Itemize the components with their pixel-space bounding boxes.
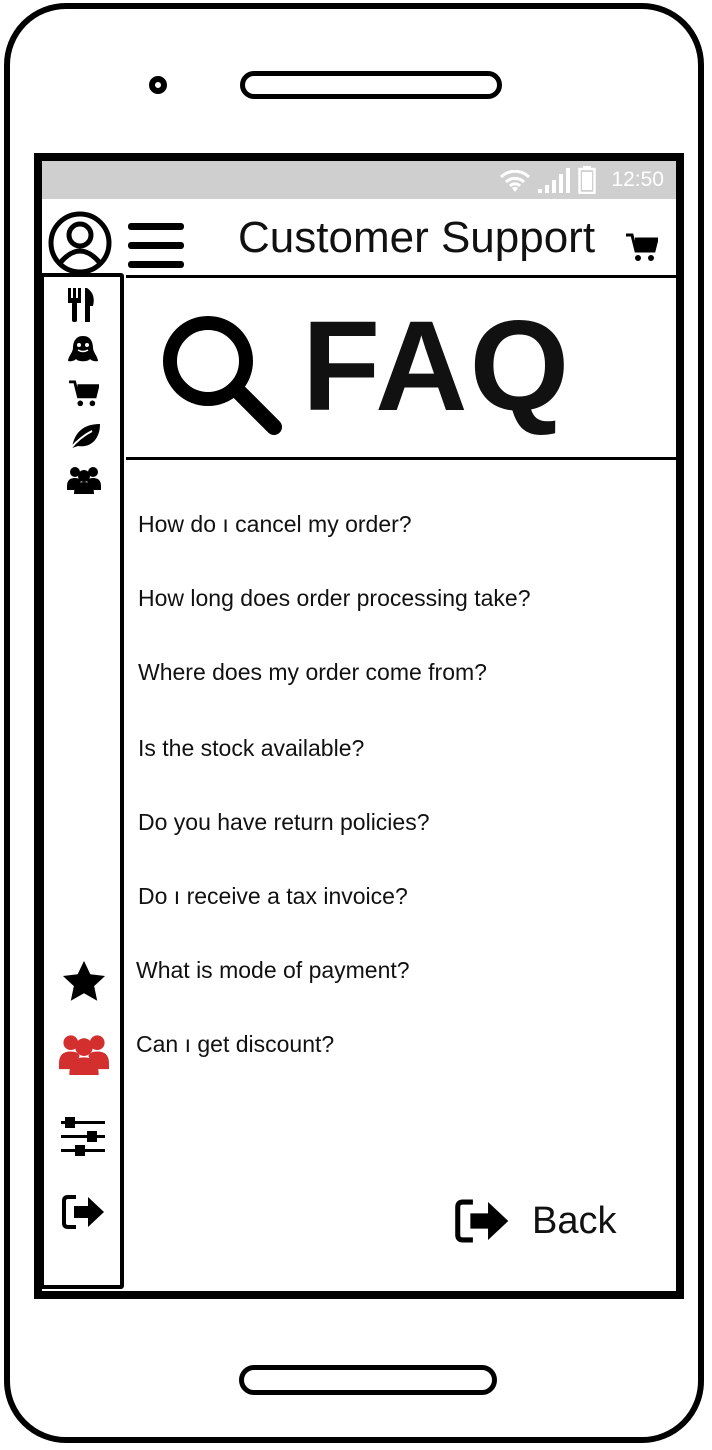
faq-question-payment-mode[interactable]: What is mode of payment?: [136, 957, 410, 984]
page-title: Customer Support: [238, 213, 596, 262]
avatar-icon[interactable]: [48, 211, 112, 275]
app-header: Customer Support: [42, 199, 676, 281]
faq-question-order-origin[interactable]: Where does my order come from?: [138, 659, 487, 686]
signal-icon: [538, 168, 570, 193]
faq-question-discount[interactable]: Can ı get discount?: [136, 1031, 334, 1058]
cutlery-icon[interactable]: [66, 287, 98, 323]
sign-out-icon[interactable]: [60, 1191, 108, 1233]
status-bar: 12:50: [42, 161, 676, 199]
camera: [149, 76, 167, 94]
faq-question-processing-time[interactable]: How long does order processing take?: [138, 585, 531, 612]
leaf-icon[interactable]: [68, 421, 102, 451]
divider-top: [126, 275, 676, 278]
faq-question-tax-invoice[interactable]: Do ı receive a tax invoice?: [138, 883, 408, 910]
home-button[interactable]: [239, 1365, 497, 1395]
status-time: 12:50: [611, 168, 664, 191]
star-icon[interactable]: [60, 957, 108, 1005]
ghost-icon[interactable]: [66, 333, 100, 367]
battery-icon: [578, 166, 596, 194]
status-icons: [500, 166, 596, 194]
faq-question-return-policies[interactable]: Do you have return policies?: [138, 809, 430, 836]
speaker: [240, 71, 502, 99]
screen: 12:50 Customer Support FAQ How do ı canc…: [34, 153, 684, 1299]
back-button[interactable]: Back: [454, 1197, 616, 1245]
sliders-icon[interactable]: [60, 1115, 106, 1159]
cart-icon[interactable]: [68, 379, 100, 409]
hamburger-menu-icon[interactable]: [128, 221, 184, 271]
group-icon[interactable]: [66, 463, 102, 495]
faq-question-stock[interactable]: Is the stock available?: [138, 735, 364, 762]
faq-question-cancel-order[interactable]: How do ı cancel my order?: [138, 511, 412, 538]
faq-banner: FAQ: [154, 295, 594, 441]
sign-out-icon: [455, 1199, 509, 1243]
group-icon-active[interactable]: [58, 1029, 110, 1077]
faq-heading: FAQ: [302, 295, 572, 438]
divider-bottom: [126, 457, 676, 460]
search-icon: [163, 316, 282, 435]
back-label: Back: [532, 1199, 617, 1242]
cart-icon[interactable]: [626, 233, 658, 263]
sidebar: [42, 273, 124, 1289]
wifi-icon: [500, 170, 530, 192]
